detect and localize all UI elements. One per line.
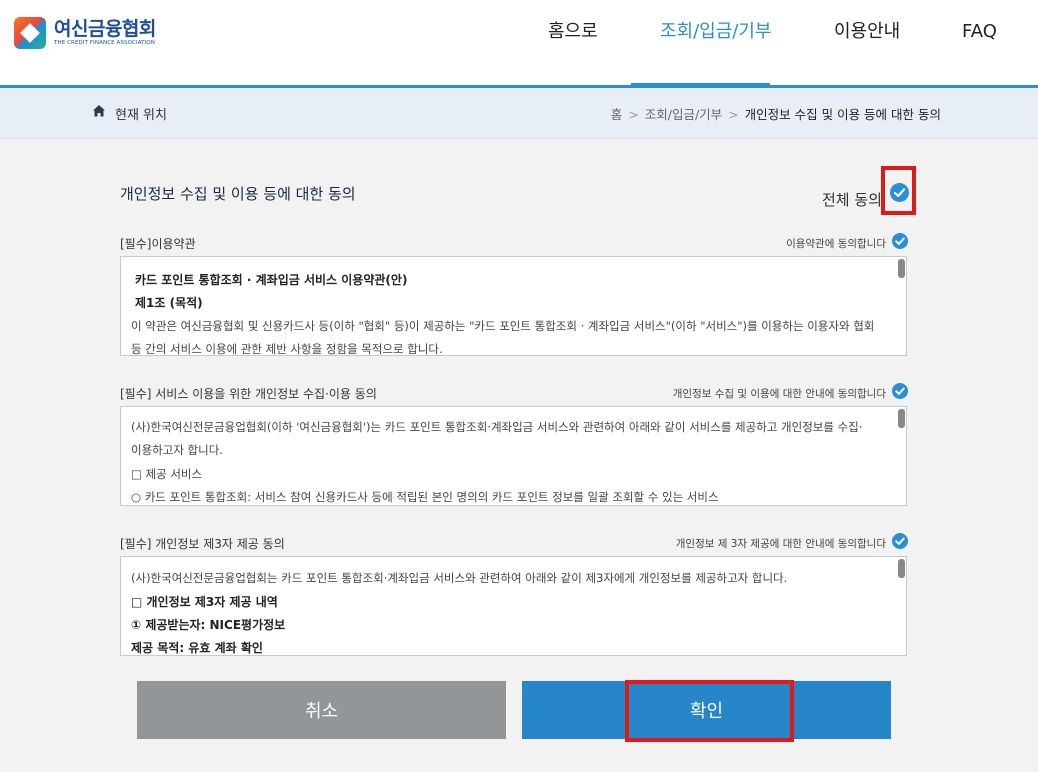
scrollbar[interactable] <box>898 559 905 578</box>
section-1-agree-label[interactable]: 이용약관에 동의합니다 <box>786 236 886 251</box>
third-party-line: □ 개인정보 제3자 제공 내역 <box>131 595 278 609</box>
section-2-title: [필수] 서비스 이용을 위한 개인정보 수집·이용 동의 <box>120 387 377 401</box>
privacy-collection-box[interactable]: (사)한국여신전문금융업협회(이하 '여신금융협회')는 카드 포인트 통합조회… <box>120 406 907 506</box>
section-2-check-icon[interactable] <box>892 383 908 399</box>
nav-guide[interactable]: 이용안내 <box>834 20 900 44</box>
section-2-agree-label[interactable]: 개인정보 수집 및 이용에 대한 안내에 동의합니다 <box>673 386 886 401</box>
breadcrumb-label: 현재 위치 <box>115 108 167 123</box>
breadcrumb-separator: > <box>728 107 739 122</box>
nav-faq[interactable]: FAQ <box>962 20 997 44</box>
logo-mark-icon <box>14 17 46 49</box>
logo-subtitle: THE CREDIT FINANCE ASSOCIATION <box>54 40 155 46</box>
breadcrumb-inquiry[interactable]: 조회/입금/기부 <box>645 107 722 122</box>
breadcrumb-separator: > <box>628 107 639 122</box>
privacy-line: ○ 카드 포인트 통합조회: 서비스 참여 신용카드사 등에 적립된 본인 명의… <box>131 490 719 504</box>
third-party-box[interactable]: (사)한국여신전문금융업협회는 카드 포인트 통합조회·계좌입금 서비스와 관련… <box>120 556 907 656</box>
breadcrumb-current: 개인정보 수집 및 이용 등에 대한 동의 <box>744 107 941 122</box>
third-party-line: (사)한국여신전문금융업협회는 카드 포인트 통합조회·계좌입금 서비스와 관련… <box>131 571 788 585</box>
breadcrumb: 홈 > 조회/입금/기부 > 개인정보 수집 및 이용 등에 대한 동의 <box>611 104 941 123</box>
third-party-line: 제공 목적: 유효 계좌 확인 <box>131 641 263 655</box>
highlight-agree-all <box>881 166 916 215</box>
breadcrumb-home[interactable]: 홈 <box>611 107 623 122</box>
logo-title: 여신금융협회 <box>54 18 156 40</box>
cancel-button[interactable]: 취소 <box>137 681 506 739</box>
scrollbar[interactable] <box>898 259 905 278</box>
nav-home[interactable]: 홈으로 <box>548 20 598 44</box>
terms-line: 카드 포인트 통합조회 · 계좌입금 서비스 이용약관(안) <box>135 273 408 287</box>
privacy-line: □ 제공 서비스 <box>131 467 203 481</box>
privacy-line: 이용하고자 합니다. <box>131 443 223 457</box>
terms-line: 이 약관은 여신금융협회 및 신용카드사 등(이하 "협회" 등)이 제공하는 … <box>131 319 875 333</box>
section-1-title: [필수]이용약관 <box>120 237 196 251</box>
nav-inquiry-deposit-donation[interactable]: 조회/입금/기부 <box>660 20 772 44</box>
terms-box[interactable]: 카드 포인트 통합조회 · 계좌입금 서비스 이용약관(안) 제1조 (목적) … <box>120 256 907 356</box>
terms-line: 제1조 (목적) <box>135 296 203 310</box>
section-3-title: [필수] 개인정보 제3자 제공 동의 <box>120 537 285 551</box>
nav-active-indicator <box>631 83 770 86</box>
third-party-line: ① 제공받는자: NICE평가정보 <box>131 618 286 632</box>
home-icon <box>93 105 105 117</box>
section-1-check-icon[interactable] <box>892 233 908 249</box>
page-title: 개인정보 수집 및 이용 등에 대한 동의 <box>120 185 356 203</box>
section-3-agree-label[interactable]: 개인정보 제 3자 제공에 대한 안내에 동의합니다 <box>676 536 886 551</box>
logo[interactable]: 여신금융협회 THE CREDIT FINANCE ASSOCIATION <box>14 15 156 51</box>
highlight-confirm <box>625 680 794 742</box>
agree-all-label[interactable]: 전체 동의 <box>822 189 882 210</box>
section-3-check-icon[interactable] <box>892 533 908 549</box>
privacy-line: (사)한국여신전문금융업협회(이하 '여신금융협회')는 카드 포인트 통합조회… <box>131 420 863 434</box>
terms-line: 등 간의 서비스 이용에 관한 제반 사항을 정함을 목적으로 합니다. <box>131 342 443 356</box>
header: 여신금융협회 THE CREDIT FINANCE ASSOCIATION 홈으… <box>0 0 1038 85</box>
scrollbar[interactable] <box>898 409 905 428</box>
